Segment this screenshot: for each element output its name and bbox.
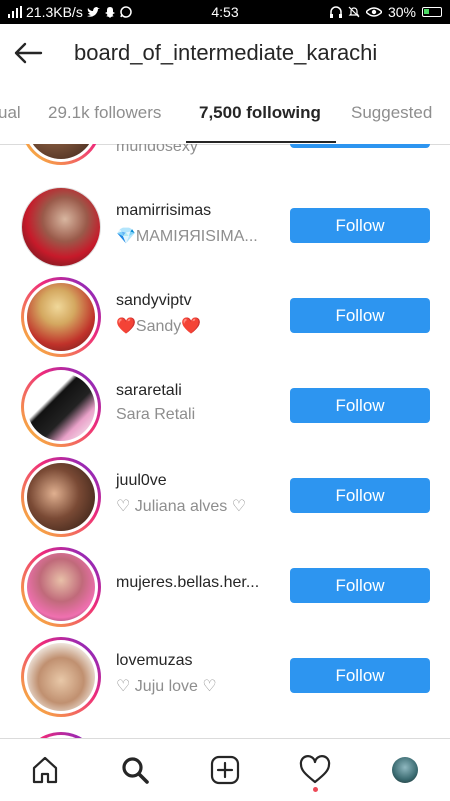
username[interactable]: mamirrisimas bbox=[116, 202, 211, 220]
network-speed: 21.3KB/s bbox=[26, 4, 83, 20]
follow-button[interactable] bbox=[290, 144, 430, 148]
tab-mutual[interactable]: ual bbox=[0, 82, 21, 144]
notification-dot bbox=[313, 787, 318, 792]
mute-bell-icon bbox=[348, 6, 360, 18]
top-bar: board_of_intermediate_karachi bbox=[0, 24, 450, 82]
avatar[interactable] bbox=[21, 277, 101, 357]
back-arrow-icon bbox=[14, 42, 43, 64]
list-item[interactable]: mamirrisimas 💎MAMIЯЯISIMA... Follow bbox=[0, 182, 450, 272]
follow-button[interactable]: Follow bbox=[290, 208, 430, 243]
avatar[interactable] bbox=[21, 144, 101, 165]
battery-icon bbox=[422, 7, 442, 17]
username[interactable]: juul0ve bbox=[116, 472, 167, 490]
twitter-icon bbox=[86, 6, 100, 17]
tab-bar: ual 29.1k followers 7,500 following Sugg… bbox=[0, 82, 450, 145]
search-icon bbox=[122, 757, 149, 784]
username[interactable]: sandyviptv bbox=[116, 292, 192, 310]
avatar[interactable] bbox=[21, 637, 101, 717]
list-item[interactable] bbox=[0, 722, 450, 738]
home-icon bbox=[32, 756, 58, 784]
list-item[interactable]: juul0ve ♡ Juliana alves ♡ Follow bbox=[0, 452, 450, 542]
whatsapp-icon bbox=[120, 6, 132, 18]
list-item[interactable]: mundosexy bbox=[0, 144, 450, 172]
following-list: mundosexy mamirrisimas 💎MAMIЯЯISIMA... F… bbox=[0, 144, 450, 738]
follow-button[interactable]: Follow bbox=[290, 478, 430, 513]
full-name: Sara Retali bbox=[116, 406, 196, 423]
active-tab-indicator bbox=[186, 141, 336, 143]
full-name: 💎MAMIЯЯISIMA... bbox=[116, 228, 258, 245]
nav-add-post[interactable] bbox=[195, 739, 255, 801]
nav-activity[interactable] bbox=[285, 739, 345, 801]
list-item[interactable]: mujeres.bellas.her... Follow bbox=[0, 542, 450, 632]
follow-button[interactable]: Follow bbox=[290, 568, 430, 603]
tab-following[interactable]: 7,500 following bbox=[199, 82, 321, 144]
avatar[interactable] bbox=[21, 367, 101, 447]
full-name: mundosexy bbox=[116, 144, 198, 155]
full-name: ♡ Juliana alves ♡ bbox=[116, 498, 247, 515]
headphones-icon bbox=[329, 6, 342, 18]
nav-home[interactable] bbox=[15, 739, 75, 801]
eye-icon bbox=[365, 7, 382, 17]
follow-button[interactable]: Follow bbox=[290, 298, 430, 333]
avatar[interactable] bbox=[21, 547, 101, 627]
signal-icon bbox=[8, 6, 22, 18]
full-name: ♡ Juju love ♡ bbox=[116, 678, 217, 695]
snapchat-icon bbox=[104, 7, 115, 18]
follow-button[interactable]: Follow bbox=[290, 658, 430, 693]
bottom-navigation bbox=[0, 738, 450, 801]
heart-icon bbox=[299, 755, 331, 784]
battery-percent: 30% bbox=[387, 4, 416, 20]
status-bar: 21.3KB/s 4:53 30% bbox=[0, 0, 450, 24]
full-name: ❤️Sandy❤️ bbox=[116, 318, 202, 335]
avatar[interactable] bbox=[21, 187, 101, 267]
add-post-icon bbox=[210, 755, 240, 785]
list-item[interactable]: sararetali Sara Retali Follow bbox=[0, 362, 450, 452]
back-button[interactable] bbox=[0, 24, 56, 82]
username[interactable]: lovemuzas bbox=[116, 652, 192, 670]
tab-followers[interactable]: 29.1k followers bbox=[48, 82, 161, 144]
username[interactable]: mujeres.bellas.her... bbox=[116, 574, 259, 592]
profile-avatar bbox=[392, 757, 418, 783]
list-item[interactable]: lovemuzas ♡ Juju love ♡ Follow bbox=[0, 632, 450, 722]
tab-suggested[interactable]: Suggested bbox=[351, 82, 432, 144]
nav-search[interactable] bbox=[105, 739, 165, 801]
list-item[interactable]: sandyviptv ❤️Sandy❤️ Follow bbox=[0, 272, 450, 362]
follow-button[interactable]: Follow bbox=[290, 388, 430, 423]
username[interactable]: sararetali bbox=[116, 382, 182, 400]
page-title: board_of_intermediate_karachi bbox=[74, 40, 378, 65]
avatar[interactable] bbox=[21, 457, 101, 537]
nav-profile[interactable] bbox=[375, 739, 435, 801]
